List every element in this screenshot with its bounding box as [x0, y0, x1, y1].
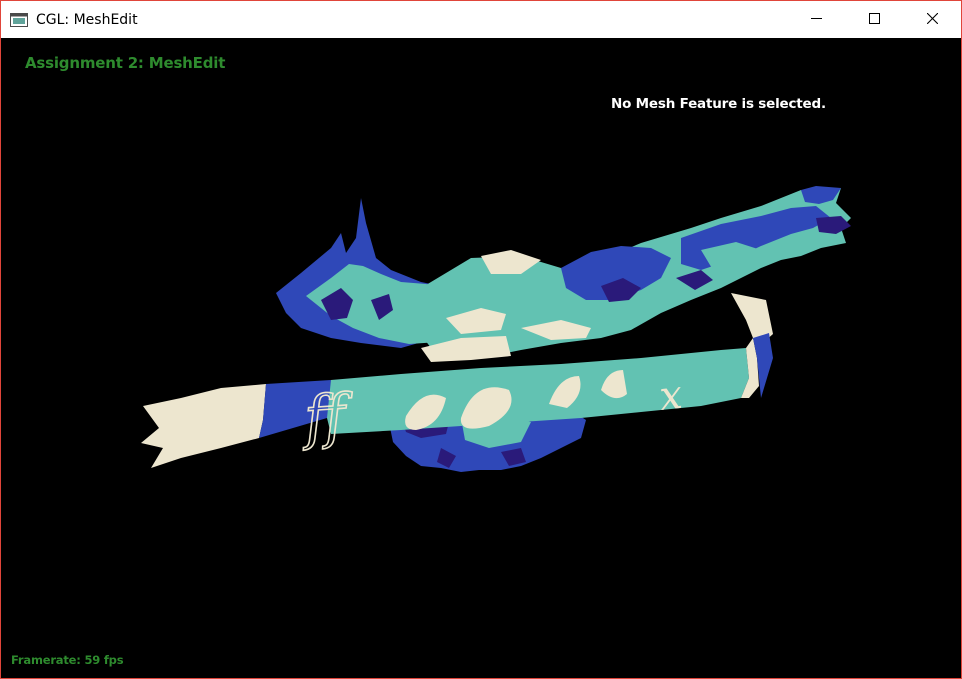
- window-title: CGL: MeshEdit: [36, 11, 138, 28]
- maximize-button[interactable]: [845, 1, 903, 38]
- close-button[interactable]: [903, 1, 961, 38]
- assignment-title: Assignment 2: MeshEdit: [25, 54, 226, 72]
- app-window: CGL: MeshEdit ff x Assignment 2: MeshEdi…: [0, 0, 962, 679]
- mesh-render[interactable]: ff x: [1, 38, 961, 678]
- render-viewport[interactable]: ff x Assignment 2: MeshEdit No Mesh Feat…: [1, 38, 961, 678]
- selection-status: No Mesh Feature is selected.: [611, 96, 826, 112]
- close-icon: [926, 11, 938, 29]
- minimize-icon: [810, 11, 822, 29]
- title-bar[interactable]: CGL: MeshEdit: [1, 1, 961, 38]
- minimize-button[interactable]: [787, 1, 845, 38]
- maximize-icon: [868, 11, 880, 29]
- svg-text:x: x: [657, 372, 684, 420]
- app-icon: [10, 12, 28, 27]
- framerate-label: Framerate: 59 fps: [11, 653, 124, 667]
